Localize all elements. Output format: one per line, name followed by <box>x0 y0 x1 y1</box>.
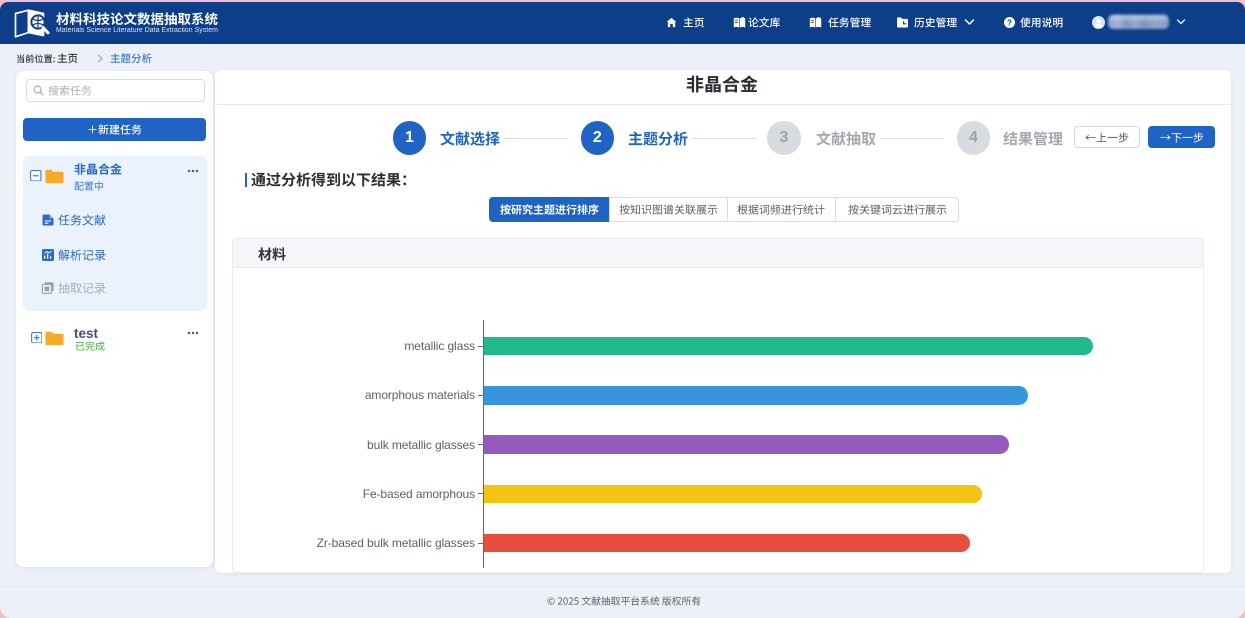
svg-text:?: ? <box>1007 18 1012 27</box>
